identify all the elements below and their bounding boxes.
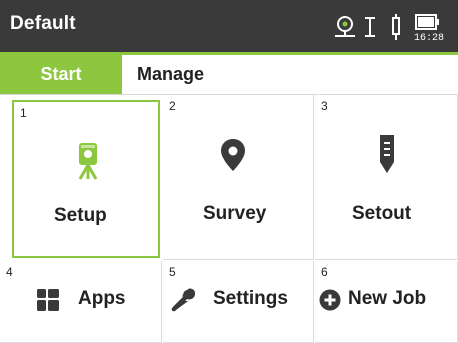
tile-number: 3 <box>321 99 328 113</box>
tile-number: 4 <box>6 265 13 279</box>
plus-circle-icon <box>319 289 341 316</box>
tile-number: 5 <box>169 265 176 279</box>
tile-label: Setout <box>352 203 412 224</box>
tile-label: Setup <box>54 205 107 226</box>
title-bar: Default 16:28 <box>0 0 458 52</box>
tile-setout[interactable]: 3 Setout <box>315 95 458 260</box>
stake-icon <box>378 134 396 179</box>
tile-label: Survey <box>203 203 267 224</box>
clock-time: 16:28 <box>414 33 445 44</box>
tab-start[interactable]: Start <box>0 55 122 94</box>
tile-label: New Job <box>348 288 427 309</box>
tile-new-job[interactable]: 6 New Job <box>315 261 458 343</box>
tile-settings[interactable]: 5 Settings <box>163 261 314 343</box>
tab-bar: Start Manage <box>0 55 458 95</box>
tile-number: 2 <box>169 99 176 113</box>
tab-manage[interactable]: Manage <box>137 55 204 94</box>
tile-apps[interactable]: 4 Apps <box>0 261 162 343</box>
tile-label: Settings <box>213 288 288 309</box>
map-pin-icon <box>220 138 246 177</box>
tile-number: 1 <box>20 106 27 120</box>
tile-label: Apps <box>78 288 126 309</box>
tile-survey[interactable]: 2 Survey <box>163 95 314 260</box>
tile-number: 6 <box>321 265 328 279</box>
apps-grid-icon <box>36 288 60 317</box>
wrench-icon <box>171 287 197 318</box>
tile-setup[interactable]: 1 Setup <box>12 100 160 258</box>
tripod-icon <box>75 142 101 185</box>
main-menu-grid: 1 Setup 2 Survey 3 Setout 4 Apps 5 Setti… <box>0 95 458 343</box>
page-title: Default <box>10 13 76 34</box>
